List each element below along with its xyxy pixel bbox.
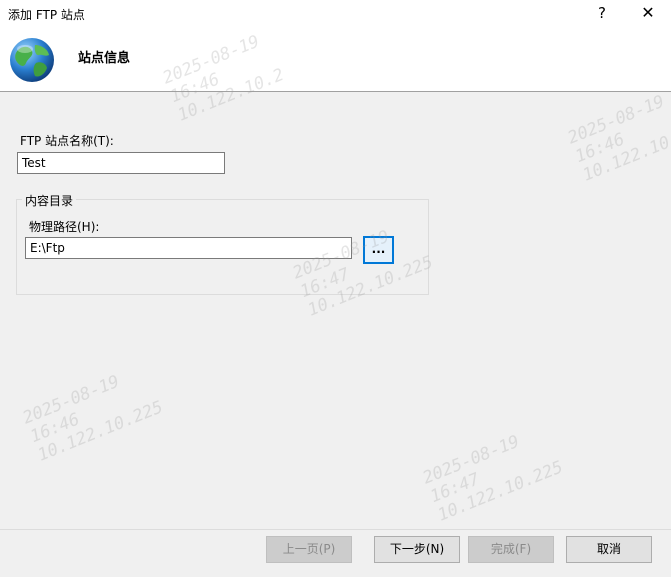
site-name-input[interactable]: Test — [17, 152, 225, 174]
watermark: 2025-08-19 16:46 10.122.10.225 — [20, 371, 166, 466]
help-button[interactable]: ? — [580, 2, 624, 26]
content-directory-label: 内容目录 — [22, 192, 77, 209]
footer-divider — [0, 529, 671, 530]
title-bar: 添加 FTP 站点 ? ✕ — [0, 0, 671, 28]
wizard-header: 站点信息 — [0, 28, 671, 92]
next-button[interactable]: 下一步(N) — [374, 536, 460, 563]
watermark: 2025-08-19 16:47 10.122.10.225 — [420, 431, 566, 526]
physical-path-input[interactable]: E:\Ftp — [25, 237, 352, 259]
physical-path-label: 物理路径(H): — [29, 220, 100, 234]
globe-icon — [10, 38, 54, 82]
cancel-button[interactable]: 取消 — [566, 536, 652, 563]
close-button[interactable]: ✕ — [626, 2, 670, 26]
watermark: 2025-08-19 16:46 10.122.10.225 — [565, 91, 671, 186]
browse-button[interactable]: ... — [363, 236, 394, 264]
window-title: 添加 FTP 站点 — [8, 8, 85, 22]
page-title: 站点信息 — [78, 51, 131, 66]
site-name-label: FTP 站点名称(T): — [20, 134, 114, 148]
finish-button[interactable]: 完成(F) — [468, 536, 554, 563]
previous-button[interactable]: 上一页(P) — [266, 536, 352, 563]
